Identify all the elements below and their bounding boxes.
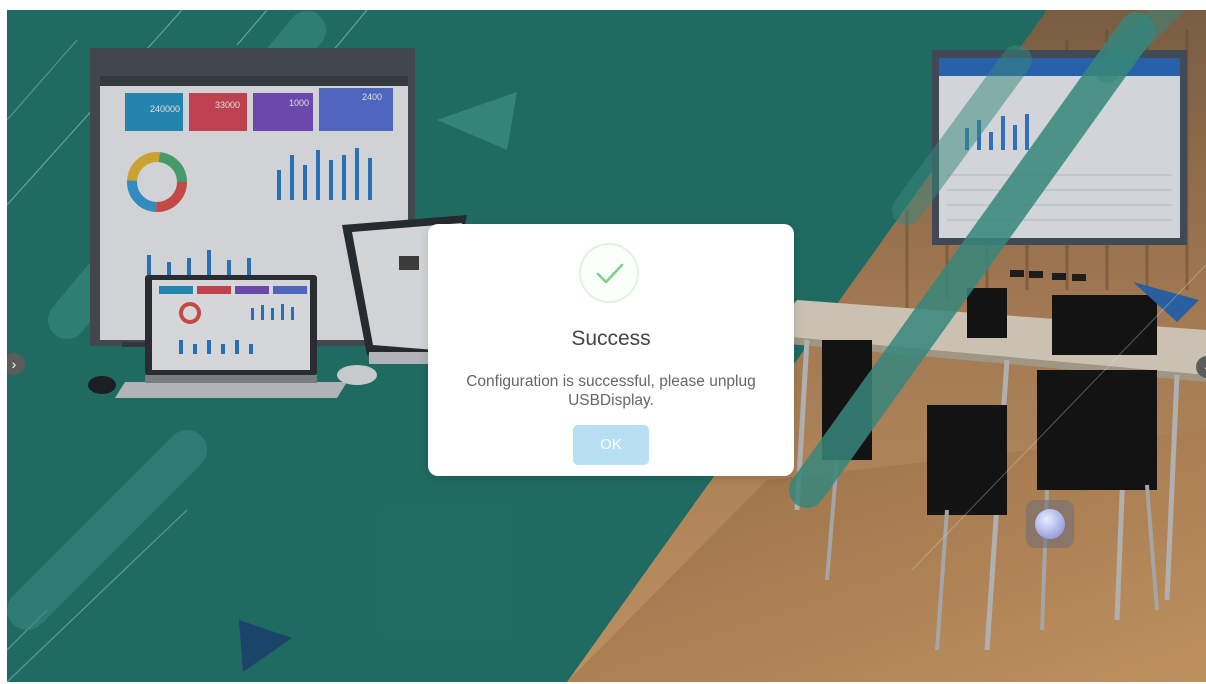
desktop-background: 240000 33000 1000 2400 › Success Configu… — [7, 10, 1206, 682]
assistive-ball-icon — [1035, 509, 1065, 539]
floating-assistive-button[interactable] — [1026, 500, 1074, 548]
ok-button[interactable]: OK — [573, 425, 649, 465]
dialog-message: Configuration is successful, please unpl… — [466, 373, 756, 409]
dialog-title: Success — [571, 327, 651, 350]
success-dialog: Success Configuration is successful, ple… — [428, 224, 794, 476]
success-check-icon — [579, 243, 639, 303]
